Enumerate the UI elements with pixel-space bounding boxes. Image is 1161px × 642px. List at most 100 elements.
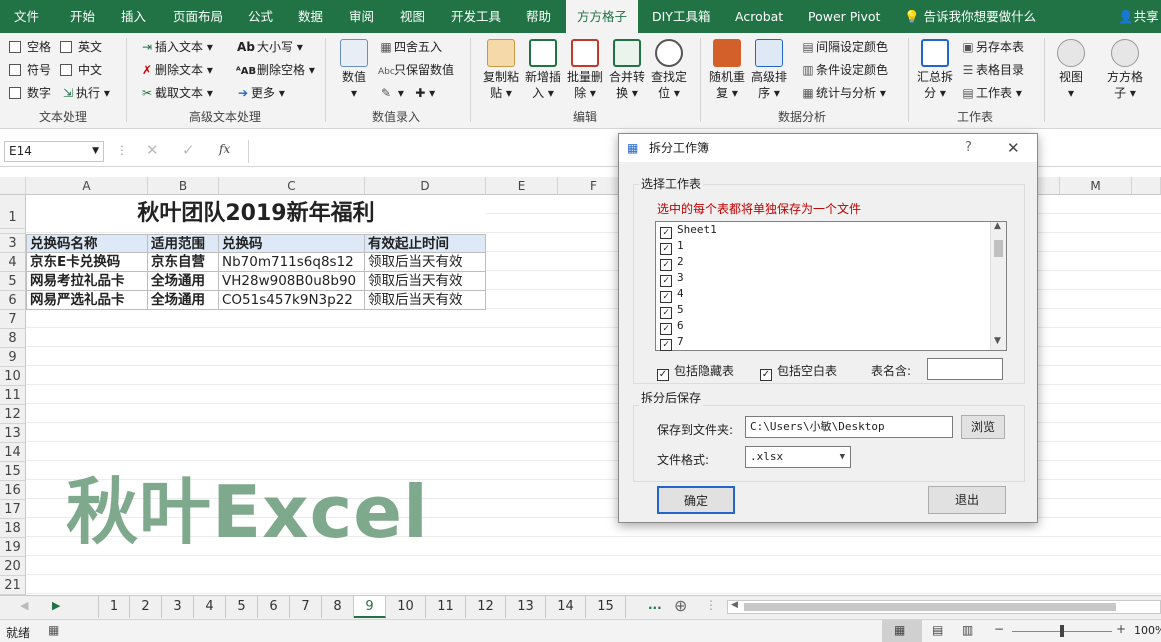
folder-path-input[interactable]: C:\Users\小敏\Desktop (745, 416, 953, 438)
round-button[interactable]: ▦ 四舍五入 (378, 39, 442, 55)
tab-diy[interactable]: DIY工具箱 (652, 0, 710, 33)
horizontal-scrollbar[interactable]: ◀ (727, 600, 1161, 614)
list-item[interactable]: ✓ 3 (656, 270, 1006, 287)
column-header-a[interactable]: A (26, 177, 148, 195)
tab-review[interactable]: 审阅 (349, 0, 374, 33)
copy-paste-button[interactable]: 复制粘贴 ▾ (480, 39, 522, 101)
numeric-button[interactable]: 数值 ▾ (336, 39, 372, 101)
enter-icon[interactable]: ✓ (182, 141, 195, 159)
tab-file[interactable]: 文件 (14, 0, 39, 33)
save-sheet-button[interactable]: ▣ 另存本表 (960, 39, 1024, 55)
list-item[interactable]: ✓ 1 (656, 238, 1006, 255)
list-scrollbar[interactable]: ▲ ▼ (990, 221, 1006, 350)
column-header-c[interactable]: C (219, 177, 365, 195)
row-header[interactable]: 17 (0, 500, 26, 519)
sheet-tab[interactable]: 6 (258, 596, 290, 618)
table-cell[interactable]: 领取后当天有效 (365, 291, 486, 310)
zoom-slider-thumb[interactable] (1060, 625, 1064, 637)
tab-acrobat[interactable]: Acrobat (735, 0, 783, 33)
more-sheets-icon[interactable]: ... (648, 598, 662, 612)
table-cell[interactable]: 京东自营 (148, 253, 219, 272)
more-button[interactable]: ➔ 更多 ▾ (235, 85, 285, 101)
table-catalog-button[interactable]: ☰ 表格目录 (960, 62, 1024, 78)
statistics-button[interactable]: ▦ 统计与分析 ▾ (800, 85, 886, 101)
table-header-cell[interactable]: 适用范围 (148, 234, 219, 253)
table-cell[interactable]: 网易严选礼品卡 (26, 291, 148, 310)
tab-ffgz[interactable]: 方方格子 (566, 0, 638, 33)
tab-help[interactable]: 帮助 (526, 0, 551, 33)
tab-data[interactable]: 数据 (298, 0, 323, 33)
normal-view-button[interactable]: ▦ (882, 620, 922, 642)
space-checkbox[interactable]: 空格 (9, 39, 51, 55)
scroll-right-icon[interactable]: ▶ (52, 599, 60, 612)
sheet-tab[interactable]: 2 (130, 596, 162, 618)
sheet-tab[interactable]: 3 (162, 596, 194, 618)
tab-developer[interactable]: 开发工具 (451, 0, 501, 33)
ffgz-button[interactable]: 方方格子 ▾ (1100, 39, 1150, 101)
row-header[interactable]: 13 (0, 424, 26, 443)
keep-number-button[interactable]: Abc只保留数值 (378, 62, 454, 80)
macro-record-icon[interactable]: ▦ (48, 623, 59, 637)
list-item[interactable]: ✓ 2 (656, 254, 1006, 271)
condition-color-button[interactable]: ▥ 条件设定颜色 (800, 62, 888, 78)
row-header[interactable]: 20 (0, 557, 26, 576)
page-break-icon[interactable]: ▥ (962, 623, 973, 637)
worksheet-button[interactable]: ▤ 工作表 ▾ (960, 85, 1022, 101)
sheet-tab[interactable]: 1 (98, 596, 130, 618)
row-header[interactable]: 5 (0, 272, 26, 291)
column-header-e[interactable]: E (486, 177, 558, 195)
random-repeat-button[interactable]: 随机重复 ▾ (706, 39, 748, 101)
scroll-left-icon[interactable]: ◀ (20, 599, 28, 612)
zoom-level[interactable]: 100% (1134, 624, 1161, 637)
chinese-checkbox[interactable]: 中文 (60, 62, 102, 78)
row-header[interactable]: 21 (0, 576, 26, 595)
sheet-tab[interactable]: 8 (322, 596, 354, 618)
add-insert-button[interactable]: 新增插入 ▾ (522, 39, 564, 101)
sheet-tab[interactable]: 14 (546, 596, 586, 618)
name-box[interactable]: E14 ▼ (4, 141, 104, 162)
row-header[interactable]: 6 (0, 291, 26, 310)
sheet-tab[interactable]: 15 (586, 596, 626, 618)
list-item[interactable]: ✓ 6 (656, 318, 1006, 335)
help-button[interactable]: ? (965, 134, 972, 162)
sheet-tab[interactable]: 1 (626, 596, 641, 618)
cancel-icon[interactable]: ✕ (146, 141, 159, 159)
batch-delete-button[interactable]: 批量删除 ▾ (564, 39, 606, 101)
share-button[interactable]: 👤共享 (1118, 0, 1159, 33)
sheet-tab[interactable]: 12 (466, 596, 506, 618)
scroll-thumb[interactable] (994, 240, 1003, 257)
table-cell[interactable]: 网易考拉礼品卡 (26, 272, 148, 291)
column-header-n[interactable] (1132, 177, 1161, 195)
advanced-sort-button[interactable]: 高级排序 ▾ (748, 39, 790, 101)
tab-power-pivot[interactable]: Power Pivot (808, 0, 880, 33)
view-button[interactable]: 视图 ▾ (1050, 39, 1092, 101)
tab-page-layout[interactable]: 页面布局 (173, 0, 223, 33)
sheet-tab[interactable]: 11 (426, 596, 466, 618)
number-checkbox[interactable]: 数字 (9, 85, 51, 101)
delete-text-button[interactable]: ✗ 删除文本 ▾ (139, 62, 213, 78)
column-header-m[interactable]: M (1060, 177, 1132, 195)
table-header-cell[interactable]: 兑换码名称 (26, 234, 148, 253)
table-cell[interactable]: 全场通用 (148, 291, 219, 310)
list-item[interactable]: ✓ 7 (656, 334, 1006, 351)
insert-text-button[interactable]: ⇥ 插入文本 ▾ (139, 39, 213, 55)
row-header[interactable]: 19 (0, 538, 26, 557)
table-cell[interactable]: CO51s457k9N3p22 (219, 291, 365, 310)
browse-button[interactable]: 浏览 (961, 415, 1005, 439)
summary-split-button[interactable]: 汇总拆分 ▾ (914, 39, 956, 101)
tab-home[interactable]: 开始 (70, 0, 95, 33)
sheet-tab[interactable]: 7 (290, 596, 322, 618)
row-header[interactable]: 7 (0, 310, 26, 329)
tab-insert[interactable]: 插入 (121, 0, 146, 33)
table-header-cell[interactable]: 兑换码 (219, 234, 365, 253)
scroll-thumb[interactable] (744, 603, 1116, 611)
row-header[interactable]: 11 (0, 386, 26, 405)
merge-convert-button[interactable]: 合并转换 ▾ (606, 39, 648, 101)
sheet-list[interactable]: ✓ Sheet1 ✓ 1 ✓ 2 ✓ 3 ✓ 4 ✓ 5 ✓ 6 ✓ 7 ▲ ▼ (655, 221, 1007, 351)
find-locate-button[interactable]: 查找定位 ▾ (648, 39, 690, 101)
zoom-in-icon[interactable]: + (1116, 622, 1126, 636)
name-contains-input[interactable] (927, 358, 1003, 380)
table-cell[interactable]: 领取后当天有效 (365, 272, 486, 291)
table-cell[interactable]: 全场通用 (148, 272, 219, 291)
sheet-tab-active[interactable]: 9 (354, 596, 386, 618)
